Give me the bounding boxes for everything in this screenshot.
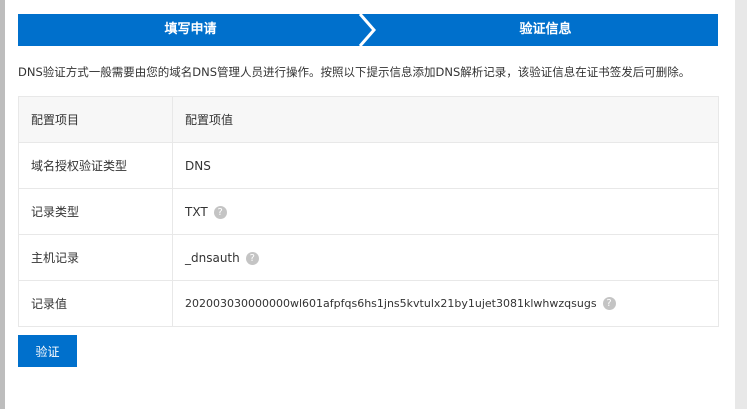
header-item: 配置项目	[18, 96, 173, 143]
scrollbar[interactable]	[735, 0, 747, 409]
dns-config-table: 配置项目 配置项值 域名授权验证类型 DNS 记录类型 TXT? 主机记录 _dnsau…	[18, 96, 719, 327]
table-header: 配置项目 配置项值	[18, 96, 719, 143]
step-fill-application: 填写申请	[164, 22, 217, 37]
step-verify-info: 验证信息	[519, 22, 572, 37]
row-key: 记录值	[18, 280, 173, 327]
row-value-cell: TXT?	[172, 188, 719, 235]
verification-dialog: 填写申请 验证信息 DNS验证方式一般需要由您的域名DNS管理人员进行操作。按照…	[5, 0, 735, 409]
help-icon[interactable]: ?	[602, 297, 616, 311]
row-value: _dnsauth	[185, 250, 240, 265]
header-value: 配置项值	[172, 96, 719, 143]
row-key: 主机记录	[18, 234, 173, 281]
row-value: 202003030000000wl601afpfqs6hs1jns5kvtulx…	[185, 296, 597, 310]
help-icon[interactable]: ?	[213, 205, 227, 219]
row-value-cell: DNS	[172, 142, 719, 189]
table-row: 域名授权验证类型 DNS	[18, 142, 719, 189]
table-row: 记录值 202003030000000wl601afpfqs6hs1jns5kvt…	[18, 280, 719, 327]
row-value-cell: _dnsauth?	[172, 234, 719, 281]
row-value: DNS	[185, 158, 211, 173]
table-row: 记录类型 TXT?	[18, 188, 719, 235]
table-row: 主机记录 _dnsauth?	[18, 234, 719, 281]
row-value: TXT	[185, 204, 208, 219]
description: DNS验证方式一般需要由您的域名DNS管理人员进行操作。按照以下提示信息添加DN…	[18, 65, 691, 79]
verify-button[interactable]: 验证	[18, 335, 77, 367]
row-value-cell: 202003030000000wl601afpfqs6hs1jns5kvtulx…	[172, 280, 719, 327]
row-key: 记录类型	[18, 188, 173, 235]
help-icon[interactable]: ?	[245, 251, 259, 265]
row-key: 域名授权验证类型	[18, 142, 173, 189]
steps-bar: 填写申请 验证信息	[18, 14, 718, 46]
